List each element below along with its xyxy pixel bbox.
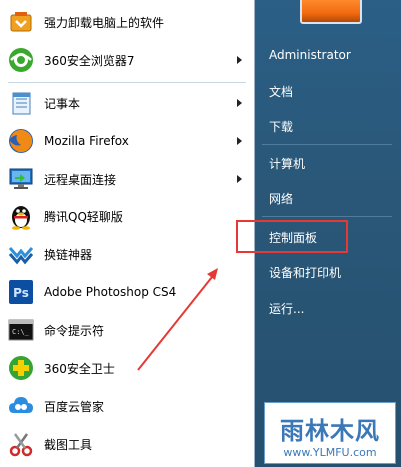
svg-text:C:\_: C:\_ bbox=[12, 328, 30, 336]
program-label: 360安全卫士 bbox=[44, 361, 115, 376]
program-label: 360安全浏览器7 bbox=[44, 53, 135, 68]
program-label: 记事本 bbox=[44, 96, 81, 111]
divider bbox=[262, 144, 392, 145]
program-item-remote-desktop[interactable]: 远程桌面连接 bbox=[4, 162, 250, 196]
user-avatar[interactable] bbox=[300, 0, 362, 24]
watermark-logo: 雨林木风 www.YLMFU.com bbox=[264, 402, 396, 464]
link-swap-icon bbox=[6, 239, 36, 269]
program-item-qq[interactable]: 腾讯QQ轻聊版 bbox=[4, 199, 250, 233]
360-safeguard-icon bbox=[6, 353, 36, 383]
watermark-brand: 雨林木风 bbox=[280, 416, 380, 445]
snipping-tool-icon bbox=[6, 429, 36, 459]
run-link[interactable]: 运行... bbox=[269, 300, 304, 317]
divider bbox=[262, 216, 392, 217]
computer-link[interactable]: 计算机 bbox=[269, 155, 305, 172]
command-prompt-icon: C:\_ bbox=[6, 315, 36, 345]
firefox-icon bbox=[6, 126, 36, 156]
notepad-icon bbox=[6, 88, 36, 118]
svg-text:Ps: Ps bbox=[13, 286, 29, 300]
divider bbox=[8, 82, 246, 83]
watermark-url: www.YLMFU.com bbox=[283, 446, 377, 459]
photoshop-icon: Ps bbox=[6, 277, 36, 307]
program-item-360-browser[interactable]: 360安全浏览器7 bbox=[4, 43, 250, 77]
programs-pane: 强力卸载电脑上的软件 360安全浏览器7 记事本 Mozilla Firefox… bbox=[0, 0, 255, 467]
program-label: 换链神器 bbox=[44, 247, 93, 262]
program-label: 腾讯QQ轻聊版 bbox=[44, 209, 123, 224]
program-item-snipping-tool[interactable]: 截图工具 bbox=[4, 427, 250, 461]
program-label: 强力卸载电脑上的软件 bbox=[44, 15, 165, 30]
program-label: 截图工具 bbox=[44, 437, 93, 452]
program-item-uninstaller[interactable]: 强力卸载电脑上的软件 bbox=[4, 5, 250, 39]
user-folder-link[interactable]: Administrator bbox=[269, 48, 351, 62]
program-item-firefox[interactable]: Mozilla Firefox bbox=[4, 124, 250, 158]
program-item-baidu-cloud[interactable]: 百度云管家 bbox=[4, 389, 250, 423]
baidu-cloud-icon bbox=[6, 391, 36, 421]
downloads-link[interactable]: 下载 bbox=[269, 118, 293, 135]
program-item-notepad[interactable]: 记事本 bbox=[4, 86, 250, 120]
documents-link[interactable]: 文档 bbox=[269, 83, 293, 100]
network-link[interactable]: 网络 bbox=[269, 190, 293, 207]
program-label: Mozilla Firefox bbox=[44, 134, 129, 148]
devices-printers-link[interactable]: 设备和打印机 bbox=[269, 264, 341, 281]
remote-desktop-icon bbox=[6, 164, 36, 194]
highlight-box bbox=[236, 220, 348, 253]
submenu-arrow-icon[interactable] bbox=[237, 99, 242, 107]
program-label: 远程桌面连接 bbox=[44, 172, 117, 187]
uninstall-tool-icon bbox=[6, 7, 36, 37]
program-label: 百度云管家 bbox=[44, 399, 105, 414]
qq-penguin-icon bbox=[6, 201, 36, 231]
annotation-arrow bbox=[137, 268, 218, 371]
submenu-arrow-icon[interactable] bbox=[237, 175, 242, 183]
program-label: 命令提示符 bbox=[44, 323, 105, 338]
submenu-arrow-icon[interactable] bbox=[237, 137, 242, 145]
submenu-arrow-icon[interactable] bbox=[237, 56, 242, 64]
360-browser-icon bbox=[6, 45, 36, 75]
